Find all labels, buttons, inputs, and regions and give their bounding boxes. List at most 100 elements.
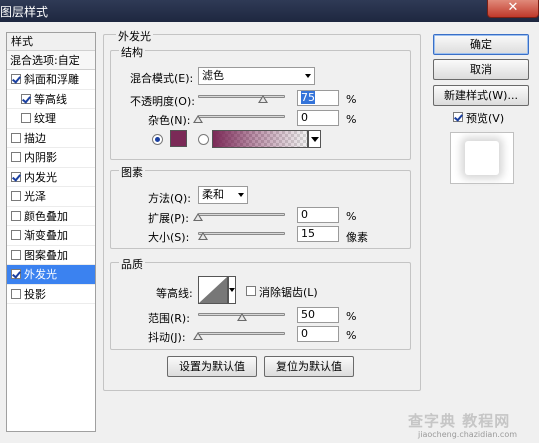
watermark-main: 查字典 教程网 (408, 412, 511, 430)
style-item-label: 纹理 (34, 112, 56, 125)
style-list: 样式 混合选项:自定 斜面和浮雕等高线纹理描边内阴影内发光光泽 颜色叠加渐变叠加图… (6, 32, 96, 432)
jitter-slider-thumb[interactable] (193, 332, 203, 340)
style-item-label: 内发光 (24, 170, 57, 184)
style-item-checkbox[interactable] (11, 171, 21, 182)
antialias-label: 消除锯齿(L) (259, 286, 318, 299)
preview-checkbox[interactable] (453, 112, 463, 122)
gradient-radio[interactable] (198, 134, 209, 145)
watermark: 查字典 教程网 jiaocheng.chazidian.com (408, 410, 536, 440)
style-item-label: 投影 (24, 287, 46, 301)
ok-button[interactable]: 确定 (433, 34, 529, 55)
style-item[interactable]: 纹理 (7, 109, 95, 129)
chevron-down-icon (238, 193, 244, 197)
spread-slider-thumb[interactable] (193, 213, 203, 221)
jitter-label: 抖动(J): (148, 331, 186, 344)
style-item-checkbox[interactable] (11, 288, 21, 299)
style-item[interactable]: 图案叠加 (7, 246, 95, 265)
jitter-input[interactable]: 0 (297, 326, 339, 342)
gradient-picker[interactable] (212, 130, 308, 148)
close-icon: ✕ (507, 0, 519, 15)
range-input[interactable]: 50 (297, 307, 339, 323)
range-label: 范围(R): (148, 312, 190, 325)
noise-value: 0 (301, 111, 308, 124)
opacity-input[interactable]: 75 (297, 90, 339, 106)
style-item-checkbox[interactable] (11, 269, 21, 279)
reset-default-button[interactable]: 复位为默认值 (264, 356, 354, 377)
contour-picker[interactable] (198, 276, 228, 304)
glow-color-swatch[interactable] (170, 130, 187, 147)
new-style-button[interactable]: 新建样式(W)... (433, 85, 529, 106)
blend-mode-select[interactable]: 滤色 (198, 67, 315, 85)
blend-options-item[interactable]: 混合选项:自定 (7, 51, 95, 70)
style-list-header: 样式 (7, 33, 95, 51)
style-item[interactable]: 投影 (7, 285, 95, 304)
jitter-unit: % (346, 329, 357, 342)
style-item-checkbox[interactable] (11, 152, 21, 162)
style-preview-box (450, 132, 514, 184)
size-label: 大小(S): (148, 231, 190, 244)
style-item-checkbox[interactable] (21, 113, 31, 123)
blend-mode-label: 混合模式(E): (130, 72, 194, 85)
size-slider-track[interactable] (198, 232, 285, 235)
style-item-label: 内阴影 (24, 151, 57, 164)
opacity-slider-thumb[interactable] (258, 95, 269, 103)
noise-slider-track[interactable] (198, 115, 285, 118)
noise-label: 杂色(N): (148, 114, 191, 127)
size-input[interactable]: 15 (297, 226, 339, 242)
jitter-value: 0 (301, 327, 308, 340)
style-item-checkbox[interactable] (11, 210, 21, 221)
chevron-down-icon (311, 137, 319, 142)
style-item-checkbox[interactable] (11, 132, 21, 143)
preview-label: 预览(V) (466, 112, 505, 125)
noise-slider-thumb[interactable] (193, 115, 203, 123)
opacity-slider-track[interactable] (198, 95, 285, 98)
style-item[interactable]: 等高线 (7, 90, 95, 109)
style-item-label: 图案叠加 (24, 248, 68, 262)
noise-unit: % (346, 113, 357, 126)
spread-input[interactable]: 0 (297, 207, 339, 223)
style-item[interactable]: 光泽 (7, 187, 95, 207)
range-value: 50 (301, 308, 315, 321)
style-item[interactable]: 外发光 (7, 265, 95, 285)
close-button[interactable]: ✕ (487, 0, 539, 18)
solid-color-radio[interactable] (152, 134, 163, 145)
size-value: 15 (301, 227, 315, 240)
spread-value: 0 (301, 208, 308, 221)
style-item[interactable]: 描边 (7, 129, 95, 148)
style-item[interactable]: 内阴影 (7, 148, 95, 168)
style-item-label: 渐变叠加 (24, 229, 68, 242)
style-item-checkbox[interactable] (11, 74, 21, 84)
contour-curve-icon (199, 277, 227, 303)
technique-label: 方法(Q): (148, 192, 191, 205)
style-item-label: 外发光 (24, 268, 57, 281)
style-item[interactable]: 内发光 (7, 168, 95, 187)
contour-label: 等高线: (156, 287, 193, 300)
style-item[interactable]: 渐变叠加 (7, 226, 95, 246)
style-item[interactable]: 颜色叠加 (7, 207, 95, 226)
size-slider-thumb[interactable] (198, 232, 209, 240)
style-item-label: 等高线 (34, 92, 67, 106)
cancel-button[interactable]: 取消 (433, 59, 529, 80)
structure-legend: 结构 (119, 44, 145, 60)
window-title: 图层样式 (0, 5, 49, 19)
range-slider-thumb[interactable] (236, 313, 247, 321)
blend-mode-value: 滤色 (202, 69, 224, 82)
style-item-checkbox[interactable] (11, 249, 21, 260)
opacity-value: 75 (301, 91, 315, 104)
spread-slider-track[interactable] (198, 213, 285, 216)
style-item-checkbox[interactable] (21, 93, 31, 104)
style-item[interactable]: 斜面和浮雕 (7, 70, 95, 90)
technique-select[interactable]: 柔和 (198, 186, 248, 204)
style-item-checkbox[interactable] (11, 230, 21, 240)
antialias-checkbox[interactable] (246, 286, 256, 296)
noise-input[interactable]: 0 (297, 110, 339, 126)
jitter-slider-track[interactable] (198, 332, 285, 335)
size-unit: 像素 (346, 231, 368, 244)
style-item-checkbox[interactable] (11, 191, 21, 201)
make-default-button[interactable]: 设置为默认值 (167, 356, 257, 377)
gradient-dropdown-button[interactable] (308, 130, 321, 148)
style-item-label: 斜面和浮雕 (24, 73, 79, 86)
panel-title: 外发光 (116, 28, 153, 44)
contour-dropdown-button[interactable] (228, 276, 236, 304)
technique-value: 柔和 (202, 188, 224, 201)
